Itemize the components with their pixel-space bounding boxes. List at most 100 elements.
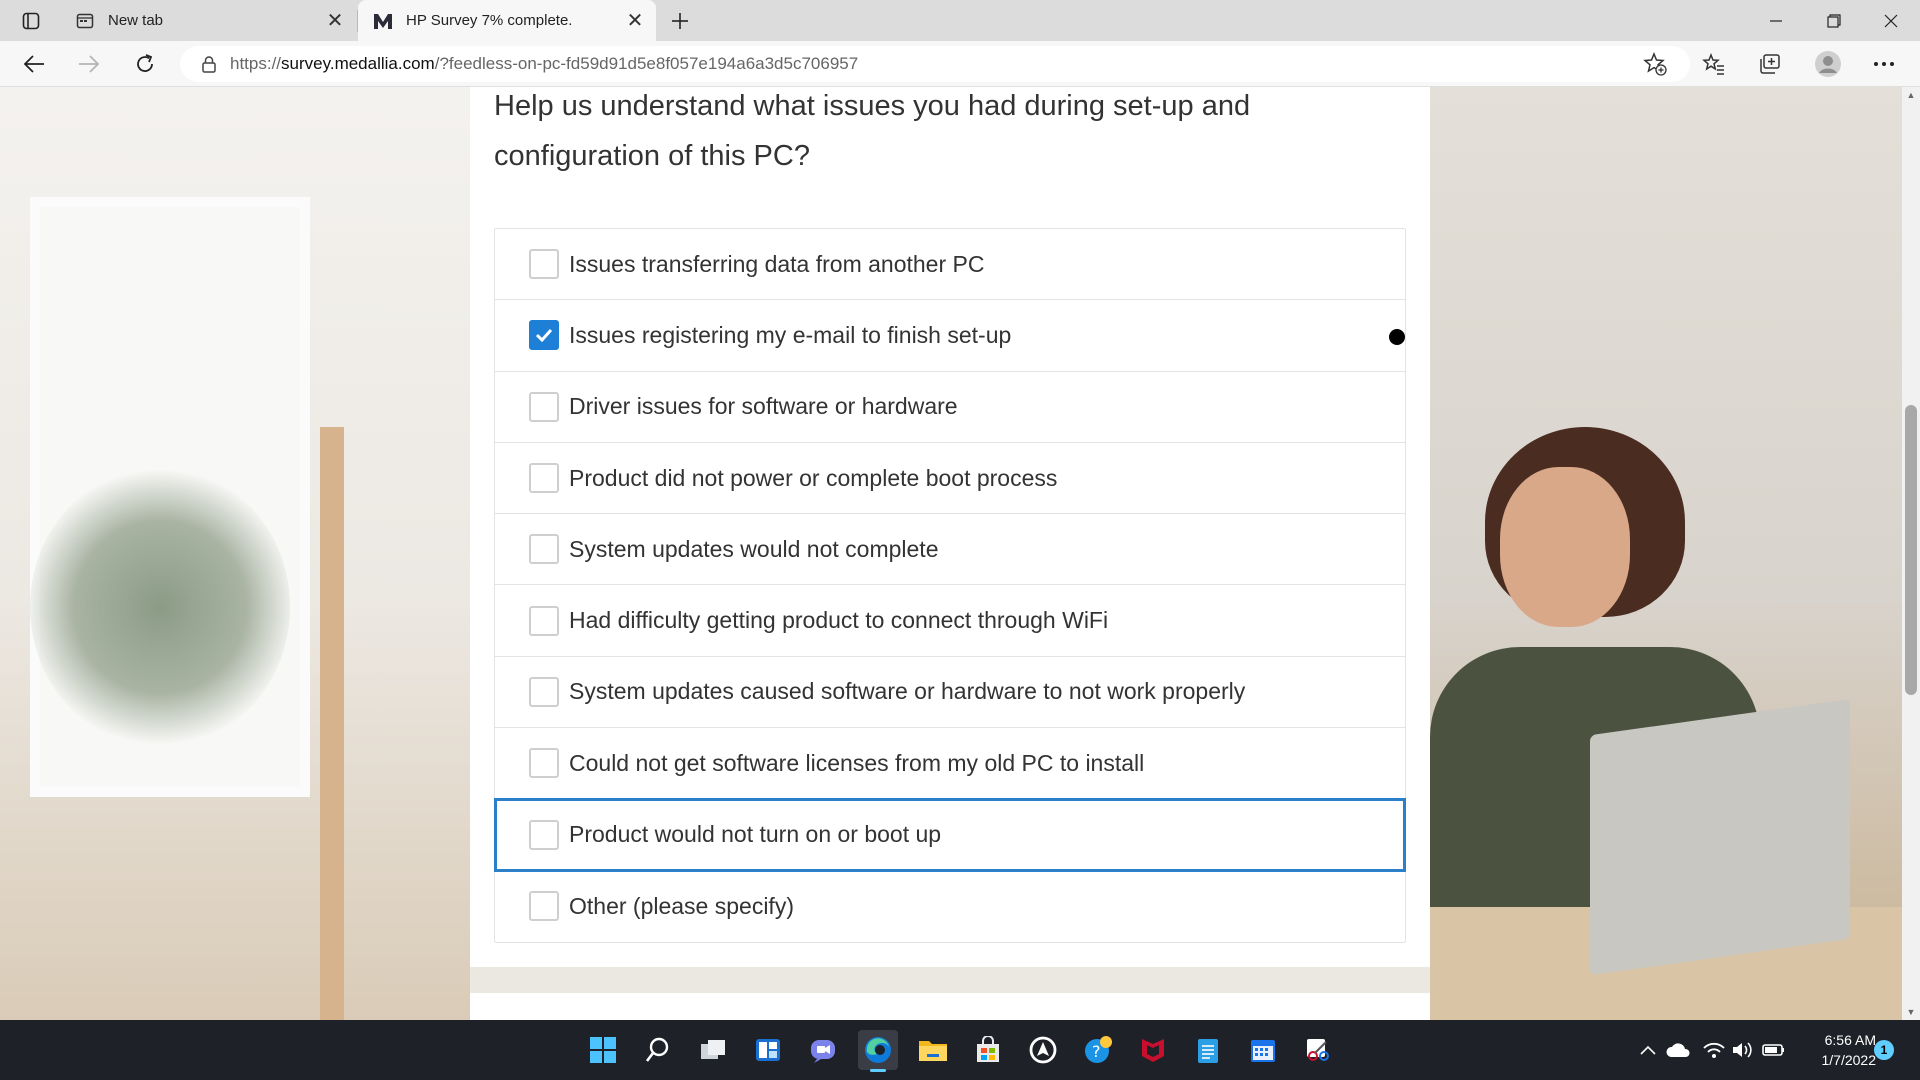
close-tab-icon[interactable]: ✕ [320,6,350,36]
cursor-dot [1389,329,1405,346]
back-button[interactable] [16,47,52,81]
scroll-down-icon[interactable]: ▼ [1902,1004,1920,1020]
option-checkbox[interactable] [529,676,559,707]
battery-icon[interactable] [1762,1038,1786,1062]
option-row[interactable]: Driver issues for software or hardware [495,372,1405,443]
widgets-icon[interactable] [748,1030,788,1070]
forward-arrow-icon [79,55,100,73]
tab-new-tab[interactable]: New tab ✕ [60,0,356,41]
option-label: Product did not power or complete boot p… [569,464,1058,491]
refresh-button[interactable] [127,47,163,81]
start-icon[interactable] [583,1030,623,1070]
close-window-button[interactable] [1862,0,1920,41]
back-arrow-icon [23,55,44,73]
store-icon[interactable] [968,1030,1008,1070]
option-row[interactable]: Product would not turn on or boot up [494,798,1406,872]
url-text: https://survey.medallia.com/?feedless-on… [230,54,858,74]
option-checkbox[interactable] [529,534,559,565]
calendar-icon[interactable] [1243,1030,1283,1070]
tab-strip: New tab ✕ HP Survey 7% complete. ✕ [0,0,1920,41]
option-checkbox[interactable] [529,819,559,850]
option-row[interactable]: Other (please specify) [495,871,1405,942]
wifi-icon[interactable] [1702,1038,1726,1062]
task-view-icon[interactable] [693,1030,733,1070]
option-checkbox[interactable] [529,463,559,494]
option-row[interactable]: Issues registering my e-mail to finish s… [495,300,1405,372]
option-row[interactable]: Could not get software licenses from my … [495,728,1405,800]
option-label: Issues registering my e-mail to finish s… [569,321,1012,348]
close-tab-icon[interactable]: ✕ [620,6,650,36]
volume-icon[interactable] [1730,1038,1754,1062]
help-icon[interactable]: ? [1078,1030,1118,1070]
url-path: /?feedless-on-pc-fd59d91d5e8f057e194a6a3… [434,54,859,73]
file-explorer-icon[interactable] [913,1030,953,1070]
background-photo-left [0,87,470,1020]
clock[interactable]: 6:56 AM 1/7/2022 [1796,1030,1877,1070]
survey-page: Help us understand what issues you had d… [0,87,1902,1020]
option-checkbox[interactable] [529,891,559,922]
option-checkbox[interactable] [529,320,559,351]
option-row[interactable]: Product did not power or complete boot p… [495,443,1405,515]
minimize-icon [1770,19,1782,22]
lock-icon[interactable] [194,49,224,79]
collections-button[interactable] [1752,47,1788,81]
star-add-icon [1643,52,1667,76]
option-label: Product would not turn on or boot up [569,821,942,848]
new-tab-icon [74,10,96,32]
tab-title: HP Survey 7% complete. [406,12,573,29]
more-icon [1874,62,1894,66]
clock-date: 1/7/2022 [1821,1052,1877,1068]
favorites-button[interactable] [1696,47,1732,81]
notepad-icon[interactable] [1188,1030,1228,1070]
option-row[interactable]: System updates would not complete [495,514,1405,586]
scroll-up-icon[interactable]: ▲ [1902,87,1920,103]
page-scrollbar[interactable]: ▲ ▼ [1902,87,1920,1020]
option-row[interactable]: System updates caused software or hardwa… [495,657,1405,729]
option-label: Other (please specify) [569,892,794,919]
person-photo-face [1500,467,1630,627]
option-checkbox[interactable] [529,605,559,636]
edge-icon[interactable] [858,1030,898,1072]
option-checkbox[interactable] [529,748,559,779]
option-row[interactable]: Had difficulty getting product to connec… [495,585,1405,657]
plant-photo [30,467,290,747]
laptop-photo [1590,698,1850,976]
address-bar[interactable]: https://survey.medallia.com/?feedless-on… [180,46,1690,82]
restore-button[interactable] [1805,0,1863,41]
forward-button[interactable] [71,47,107,81]
option-label: Had difficulty getting product to connec… [569,607,1109,634]
clock-time: 6:56 AM [1824,1032,1876,1048]
tab-hp-survey[interactable]: HP Survey 7% complete. ✕ [358,0,656,41]
chevron-up-icon[interactable] [1636,1038,1660,1062]
tab-actions-button[interactable] [14,8,48,34]
option-label: Could not get software licenses from my … [569,749,1145,776]
minimize-button[interactable] [1747,0,1805,41]
survey-card-next [470,993,1430,1020]
option-row[interactable]: Issues transferring data from another PC [495,229,1405,301]
settings-more-button[interactable] [1866,47,1902,81]
onedrive-icon[interactable] [1666,1038,1690,1062]
scrollbar-thumb[interactable] [1905,405,1917,695]
browser-toolbar: https://survey.medallia.com/?feedless-on… [0,41,1920,87]
app-icon[interactable] [1023,1030,1063,1070]
close-icon [1884,14,1898,27]
snipping-tool-icon[interactable] [1298,1030,1338,1070]
chat-icon[interactable] [803,1030,843,1070]
profile-button[interactable] [1810,47,1846,81]
tab-title: New tab [108,12,164,29]
option-label: Driver issues for software or hardware [569,393,958,420]
svg-text:?: ? [1092,1042,1101,1061]
search-icon[interactable] [638,1030,678,1070]
url-host: survey.medallia.com [281,54,435,73]
checkmark-icon [535,329,553,343]
option-checkbox[interactable] [529,249,559,280]
option-checkbox[interactable] [529,391,559,422]
new-tab-button[interactable] [664,6,696,36]
avatar-icon [1815,51,1841,77]
favorites-icon [1702,53,1724,75]
add-favorite-button[interactable] [1637,47,1673,81]
options-list: Issues transferring data from another PC… [494,228,1406,943]
mcafee-icon[interactable] [1133,1030,1173,1070]
question-text: Help us understand what issues you had d… [494,90,1251,172]
notification-badge[interactable]: 1 [1874,1040,1894,1060]
